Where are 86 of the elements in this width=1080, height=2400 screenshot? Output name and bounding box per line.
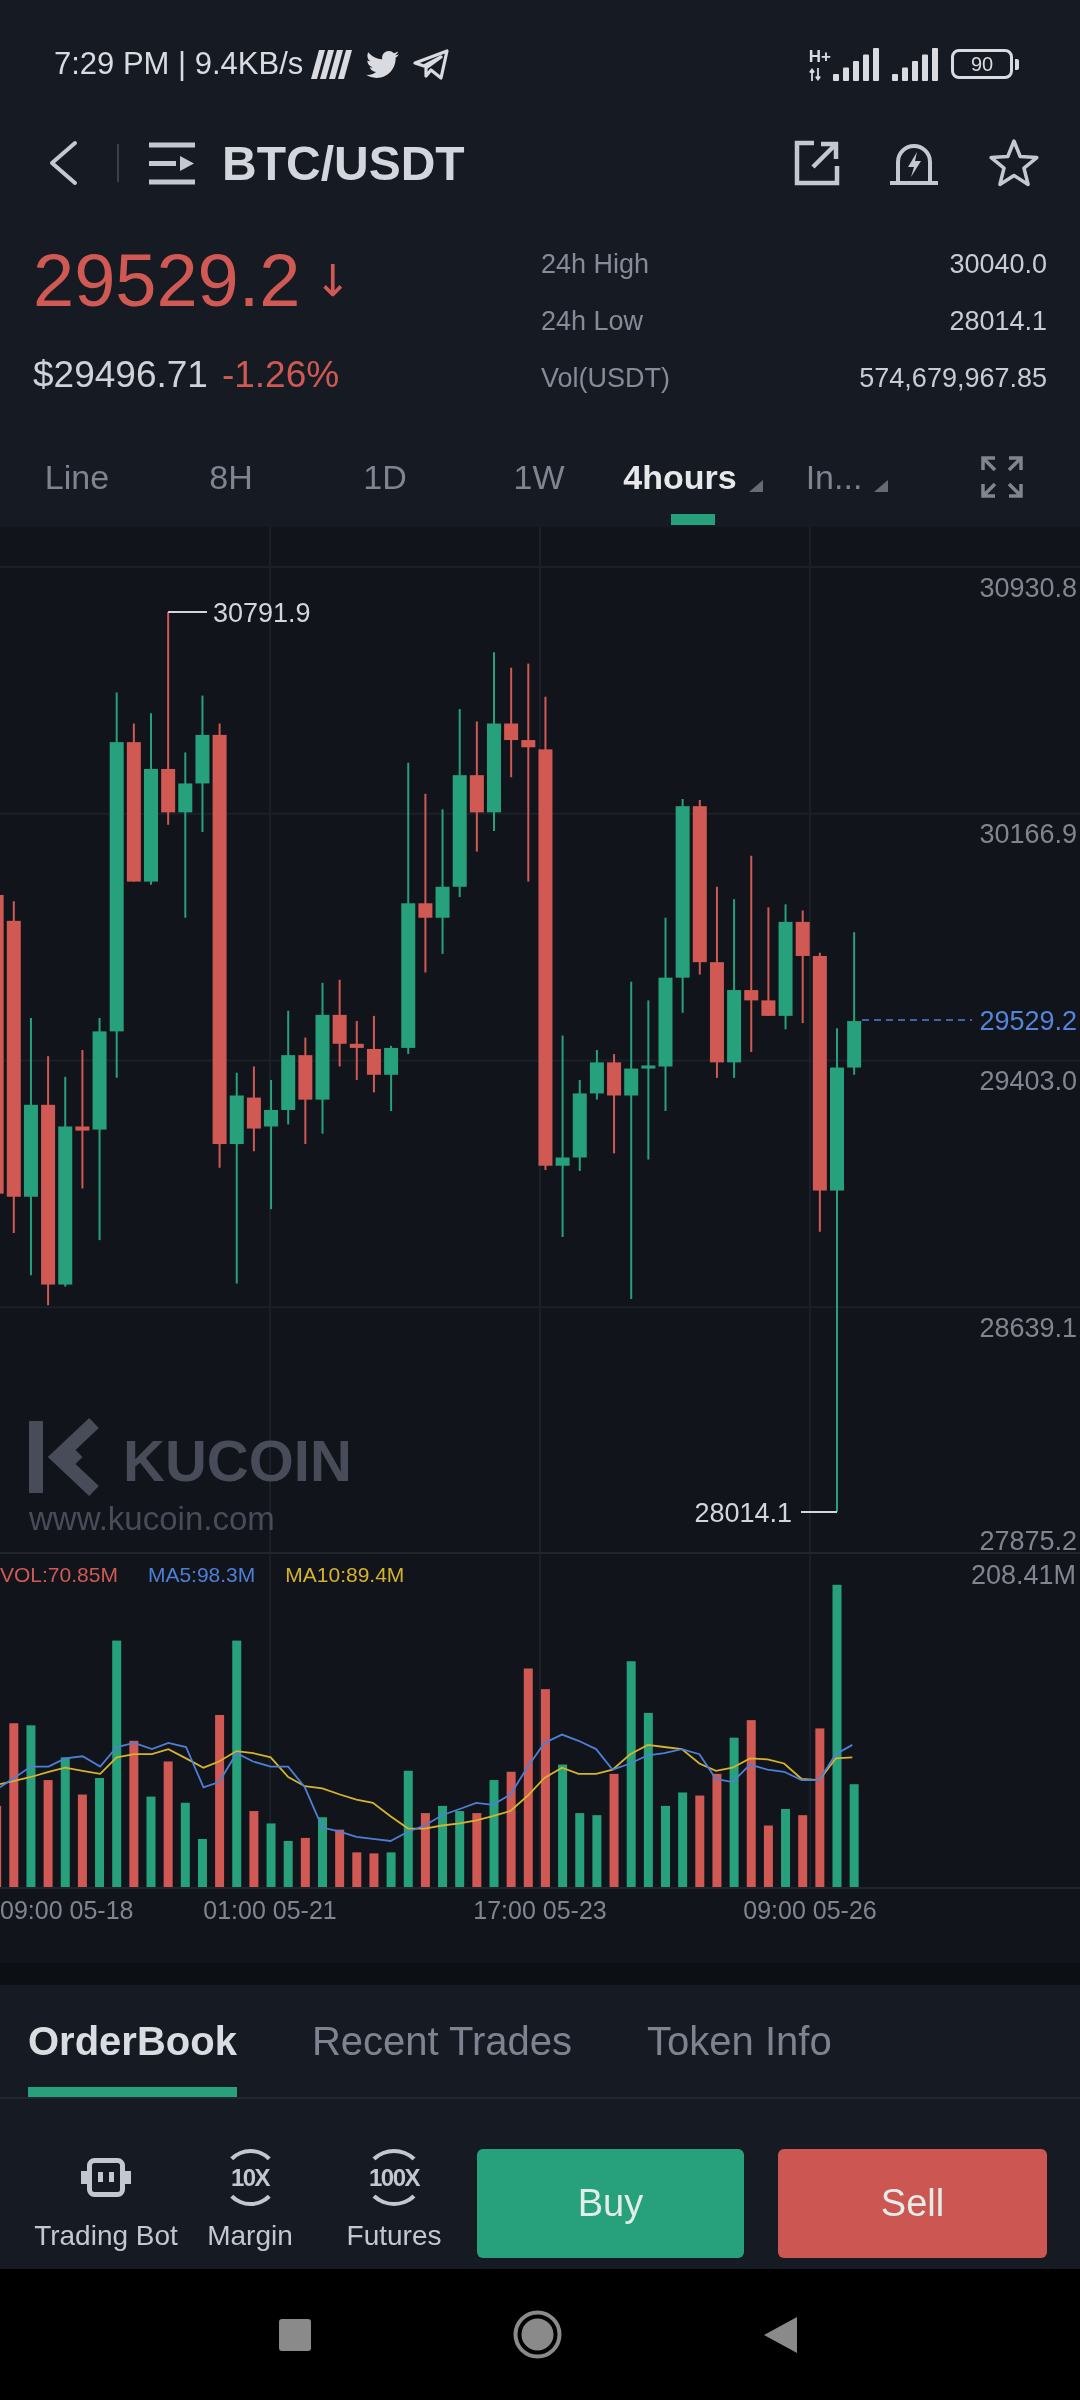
volume-axis-label: 208.41M: [970, 1560, 1076, 1590]
logo-icon: [29, 1417, 99, 1497]
stripes-icon: [311, 49, 353, 79]
circle-icon[interactable]: [513, 2310, 562, 2359]
section-tab[interactable]: Recent Trades: [311, 1985, 573, 2097]
robot-icon: [81, 2158, 131, 2197]
signal-icon: [892, 47, 940, 81]
interval-tab[interactable]: 1D: [308, 427, 462, 527]
menu-button[interactable]: [149, 141, 195, 185]
price-change: -1.26%: [221, 354, 340, 396]
candle: [349, 1020, 364, 1081]
signal-icon: [833, 47, 881, 81]
price-axis-label: 30930.8: [979, 572, 1077, 603]
time-axis-label: 17:00 05-23: [473, 1896, 607, 1924]
section-tab[interactable]: Token Info: [647, 1985, 832, 2097]
buy-button[interactable]: Buy: [477, 2149, 744, 2258]
price-axis-label: 29403.0: [979, 1066, 1077, 1096]
last-price: 29529.2: [33, 238, 301, 324]
candle: [589, 1049, 604, 1101]
chevron-left-icon: [48, 140, 78, 186]
sell-button[interactable]: Sell: [778, 2149, 1047, 2258]
low-price-label: 28014.1: [694, 1497, 792, 1528]
volume-bar: [335, 1829, 345, 1887]
volume-bar: [300, 1837, 310, 1887]
stat-value: 574,679,967.85: [859, 363, 1047, 394]
price-axis-label: 28639.1: [979, 1312, 1077, 1343]
shortcut-button[interactable]: 10X Margin: [178, 2149, 322, 2253]
battery-indicator: 90: [951, 49, 1013, 79]
volume-bar: [283, 1841, 293, 1887]
status-time-speed: 7:29 PM | 9.4KB/s: [54, 46, 304, 82]
fiat-price: $29496.71: [33, 354, 208, 396]
interval-tab[interactable]: 4hours: [616, 427, 770, 527]
battery-tip-icon: [1015, 58, 1019, 70]
interval-tab[interactable]: 1W: [462, 427, 616, 527]
time-axis-label: 09:00 05-18: [0, 1896, 134, 1924]
shortcut-button[interactable]: Trading Bot: [34, 2149, 178, 2253]
volume-bar: [369, 1853, 379, 1887]
share-button[interactable]: [794, 140, 840, 186]
price-axis-label: 27875.2: [979, 1526, 1077, 1554]
leader-line: [800, 1511, 838, 1513]
interval-tab[interactable]: 8H: [154, 427, 308, 527]
time-axis-label: 01:00 05-21: [203, 1896, 337, 1924]
candle: [384, 1044, 399, 1112]
interval-tab[interactable]: Line: [0, 427, 154, 527]
volume-bar: [386, 1852, 396, 1887]
trend-arrow: ↓: [314, 256, 352, 306]
stat-value: 28014.1: [949, 306, 1047, 337]
volume-bar: [798, 1815, 808, 1887]
data-arrows-icon: [808, 67, 821, 81]
volume-bar: [266, 1823, 276, 1887]
watermark-brand: KUCOIN: [123, 1428, 352, 1493]
interval-tab[interactable]: In...: [770, 427, 924, 527]
volume-legend-label: VOL:70.85M: [0, 1562, 118, 1588]
menu-icon: [149, 141, 195, 185]
favorite-button[interactable]: [988, 139, 1040, 187]
fullscreen-button[interactable]: [980, 455, 1024, 499]
price-axis-label: 30166.9: [979, 819, 1077, 850]
leverage-badge: 100X: [363, 2149, 425, 2206]
shortcut-button[interactable]: 100X Futures: [322, 2149, 466, 2253]
time-axis-label: 09:00 05-26: [743, 1896, 877, 1924]
volume-bar: [763, 1825, 773, 1887]
star-icon: [988, 139, 1040, 187]
section-tab[interactable]: OrderBook: [28, 1985, 237, 2097]
back-button[interactable]: [48, 140, 78, 186]
leader-line: [167, 611, 208, 613]
volume-bar: [352, 1852, 362, 1887]
pair-title: BTC/USDT: [222, 135, 465, 191]
volume-bar: [318, 1817, 327, 1887]
stat-value: 30040.0: [949, 249, 1047, 280]
network-type-label: H+: [808, 47, 831, 65]
watermark-site: www.kucoin.com: [29, 1500, 275, 1537]
volume-bar: [197, 1838, 207, 1887]
leverage-badge: 10X: [221, 2149, 279, 2206]
volume-bar: [592, 1815, 602, 1887]
last-price-label: 29529.2: [979, 1005, 1077, 1036]
paper-plane-icon: [413, 48, 450, 80]
stat-label: Vol(USDT): [541, 363, 670, 394]
triangle-icon[interactable]: [764, 2316, 797, 2353]
volume-legend-label: MA10:89.4M: [285, 1562, 405, 1588]
external-link-icon: [794, 140, 840, 186]
expand-icon: [980, 455, 1024, 499]
volume-legend-label: MA5:98.3M: [147, 1562, 256, 1588]
stat-label: 24h High: [541, 249, 650, 280]
square-icon[interactable]: [279, 2318, 311, 2351]
stat-label: 24h Low: [541, 306, 644, 337]
high-price-label: 30791.9: [213, 597, 311, 628]
